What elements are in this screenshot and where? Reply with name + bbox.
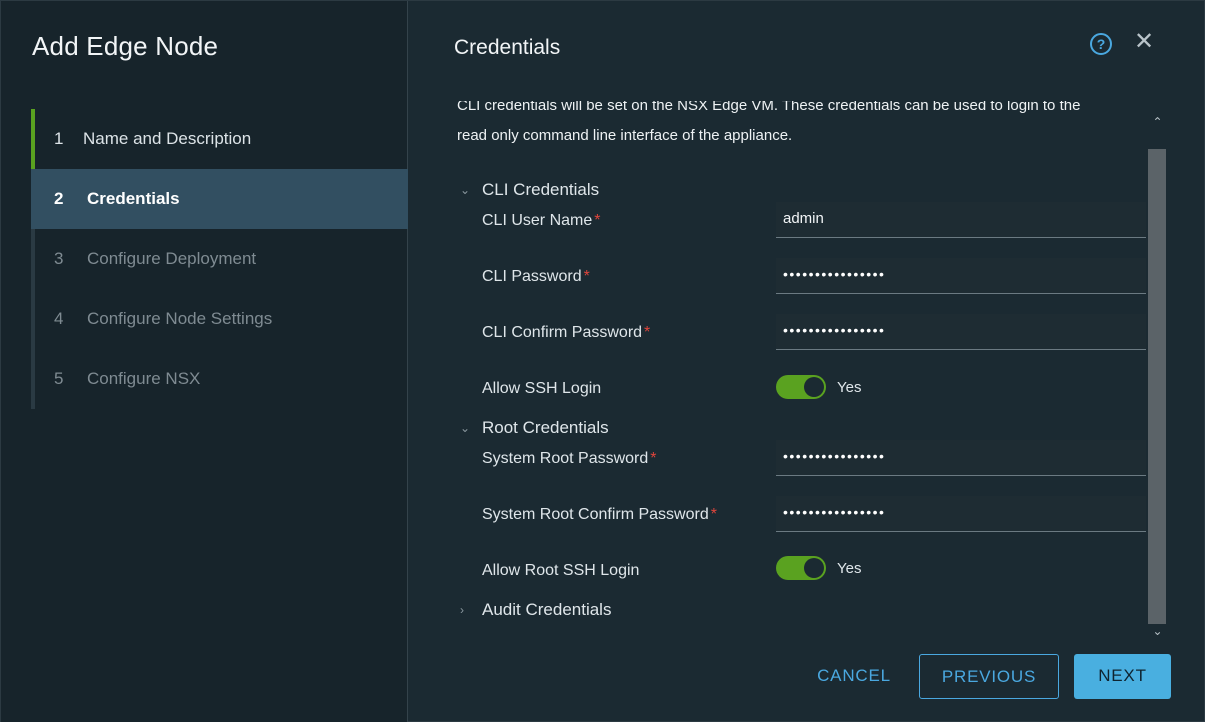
- required-marker: *: [594, 212, 601, 229]
- step-configure-node-settings[interactable]: 4 Configure Node Settings: [31, 289, 408, 349]
- add-edge-node-dialog: Add Edge Node 1 Name and Description 2 C…: [0, 0, 1205, 722]
- scrollbar-thumb[interactable]: [1148, 149, 1166, 624]
- label-text: CLI Password: [482, 268, 582, 285]
- step-credentials[interactable]: 2 Credentials: [31, 169, 408, 229]
- label-text: System Root Password: [482, 450, 649, 467]
- toggle-knob: [804, 558, 824, 578]
- system-root-password-input[interactable]: ••••••••••••••••: [776, 440, 1146, 476]
- previous-button[interactable]: PREVIOUS: [919, 654, 1059, 699]
- cli-confirm-password-input[interactable]: ••••••••••••••••: [776, 314, 1146, 350]
- step-number: 4: [54, 309, 64, 328]
- wizard-content-pane: Credentials ? ✕ CLI credentials will be …: [408, 1, 1204, 722]
- required-marker: *: [710, 506, 717, 523]
- intro-line-1: CLI credentials will be set on the NSX E…: [457, 101, 1081, 114]
- step-label: Configure NSX: [87, 369, 201, 388]
- cli-password-label: CLI Password *: [482, 268, 590, 286]
- toggle-knob: [804, 377, 824, 397]
- chevron-down-icon: ⌄: [460, 421, 471, 435]
- step-number: 1: [54, 129, 64, 148]
- input-value: ••••••••••••••••: [783, 448, 886, 464]
- toggle-switch[interactable]: [776, 556, 826, 580]
- step-name-and-description[interactable]: 1 Name and Description: [31, 109, 408, 169]
- section-label: CLI Credentials: [482, 180, 600, 199]
- label-text: System Root Confirm Password: [482, 506, 709, 523]
- input-value: ••••••••••••••••: [783, 322, 886, 338]
- page-title: Credentials: [454, 36, 561, 59]
- step-label: Credentials: [87, 189, 180, 208]
- cli-password-input[interactable]: ••••••••••••••••: [776, 258, 1146, 294]
- step-configure-nsx[interactable]: 5 Configure NSX: [31, 349, 408, 409]
- help-circle-icon[interactable]: ?: [1090, 33, 1112, 55]
- allow-ssh-login-label: Allow SSH Login: [482, 380, 602, 397]
- scroll-down-arrow-icon[interactable]: ⌄: [1149, 624, 1166, 642]
- close-icon[interactable]: ✕: [1134, 30, 1154, 54]
- intro-line-2: read only command line interface of the …: [457, 127, 793, 144]
- next-button[interactable]: NEXT: [1074, 654, 1171, 699]
- required-marker: *: [644, 324, 651, 341]
- label-text: CLI Confirm Password: [482, 324, 643, 341]
- cli-confirm-password-label: CLI Confirm Password *: [482, 324, 650, 342]
- root-credentials-section-toggle[interactable]: ⌄ Root Credentials: [460, 418, 609, 438]
- allow-ssh-login-toggle[interactable]: Yes: [776, 375, 861, 399]
- step-label: Configure Deployment: [87, 249, 257, 268]
- section-label: Root Credentials: [482, 418, 609, 437]
- credentials-form: CLI credentials will be set on the NSX E…: [448, 101, 1148, 641]
- cancel-button[interactable]: CANCEL: [804, 654, 904, 699]
- step-configure-deployment[interactable]: 3 Configure Deployment: [31, 229, 408, 289]
- system-root-password-label: System Root Password *: [482, 450, 657, 468]
- system-root-confirm-password-input[interactable]: ••••••••••••••••: [776, 496, 1146, 532]
- allow-root-ssh-login-toggle[interactable]: Yes: [776, 556, 861, 580]
- system-root-confirm-password-label: System Root Confirm Password *: [482, 506, 717, 524]
- intro-text: CLI credentials will be set on the NSX E…: [457, 101, 1147, 163]
- cli-username-input[interactable]: admin: [776, 202, 1146, 238]
- allow-root-ssh-login-label: Allow Root SSH Login: [482, 562, 640, 579]
- wizard-title: Add Edge Node: [32, 31, 219, 61]
- step-label: Configure Node Settings: [87, 309, 273, 328]
- step-number: 2: [54, 189, 64, 208]
- step-number: 5: [54, 369, 64, 388]
- chevron-right-icon: ›: [460, 603, 464, 617]
- step-label: Name and Description: [83, 129, 252, 148]
- chevron-down-icon: ⌄: [460, 183, 471, 197]
- input-value: admin: [783, 210, 824, 227]
- cli-username-label: CLI User Name *: [482, 212, 600, 230]
- toggle-switch[interactable]: [776, 375, 826, 399]
- cli-credentials-section-toggle[interactable]: ⌄ CLI Credentials: [460, 180, 599, 200]
- required-marker: *: [583, 268, 590, 285]
- step-number: 3: [54, 249, 64, 268]
- wizard-steps: 1 Name and Description 2 Credentials 3 C…: [31, 109, 408, 409]
- toggle-label: Yes: [837, 559, 862, 577]
- label-text: CLI User Name: [482, 212, 593, 229]
- input-value: ••••••••••••••••: [783, 504, 886, 520]
- wizard-sidebar: Add Edge Node 1 Name and Description 2 C…: [1, 1, 408, 722]
- toggle-label: Yes: [837, 378, 862, 396]
- scroll-up-arrow-icon[interactable]: ⌃: [1149, 115, 1166, 133]
- input-value: ••••••••••••••••: [783, 266, 886, 282]
- required-marker: *: [650, 450, 657, 467]
- audit-credentials-section-toggle[interactable]: › Audit Credentials: [460, 600, 611, 620]
- section-label: Audit Credentials: [482, 600, 612, 619]
